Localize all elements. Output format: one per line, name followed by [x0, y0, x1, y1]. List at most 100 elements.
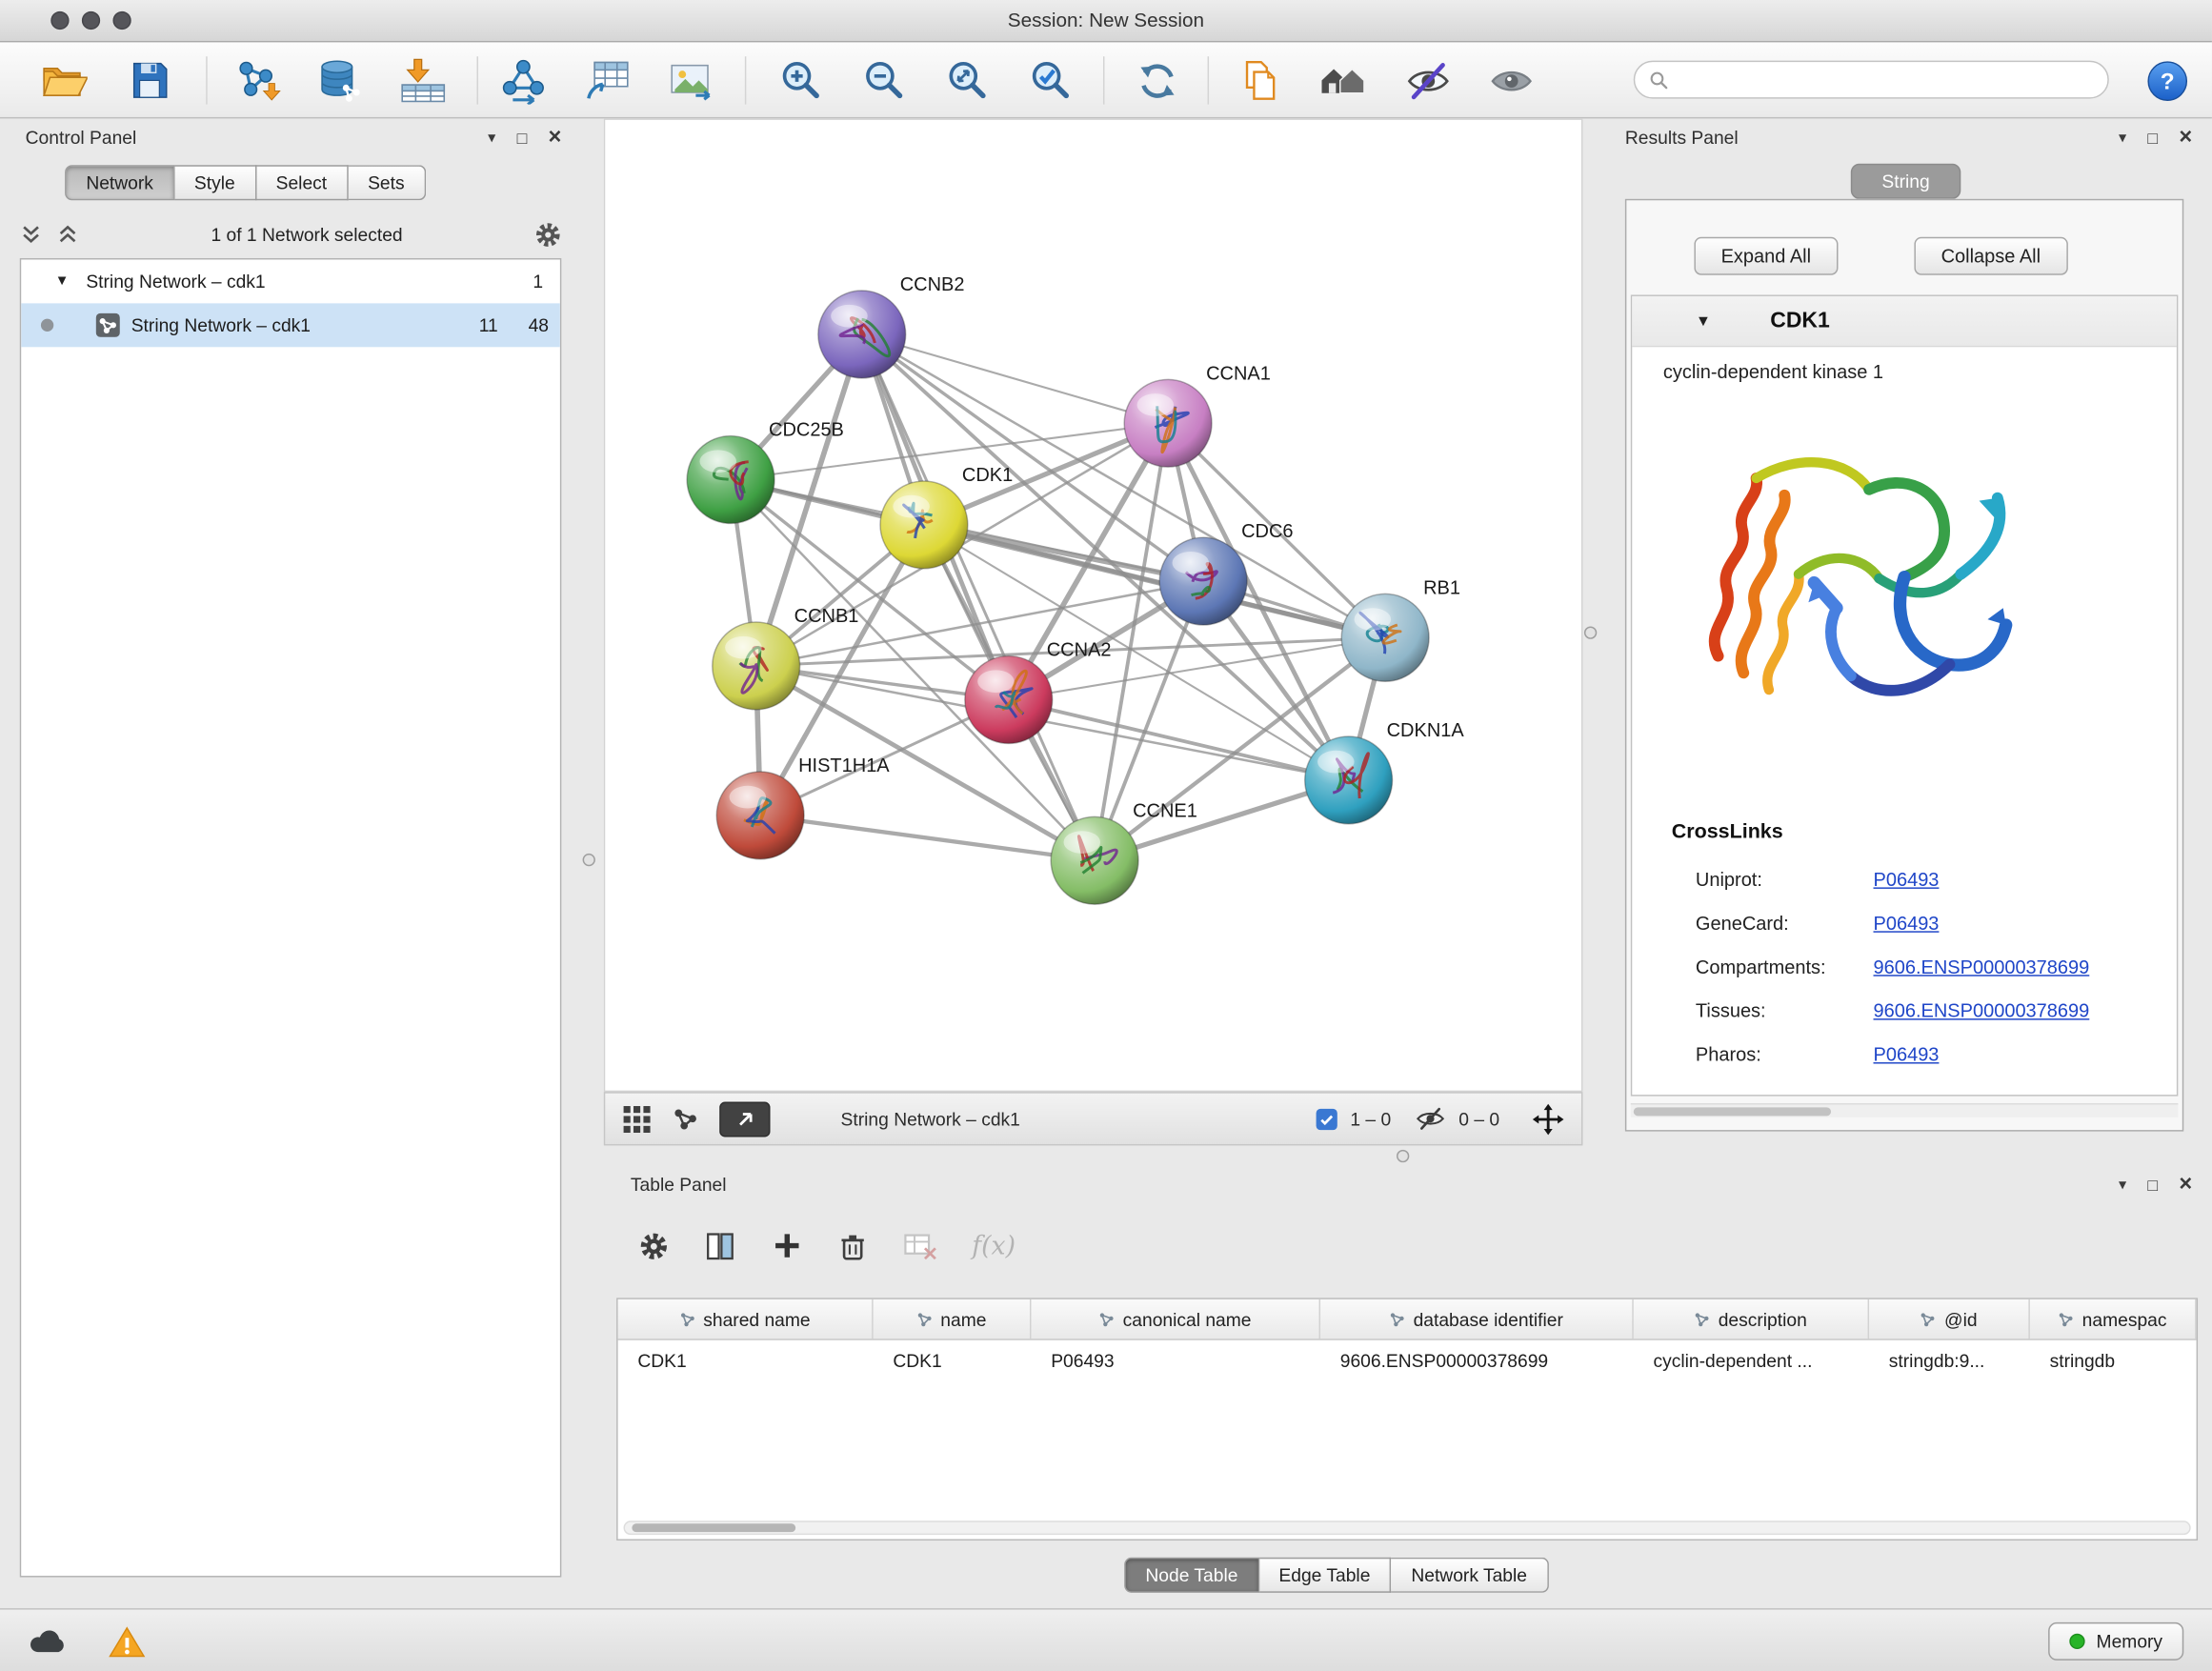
tab-sets[interactable]: Sets [348, 165, 425, 200]
network-graph[interactable]: CCNB2CCNA1CDC25BCDK1CDC6RB1CCNB1CCNA2CDK… [605, 120, 1581, 1091]
network-node-CCNB2[interactable]: CCNB2 [818, 274, 965, 378]
table-cell[interactable]: cyclin-dependent ... [1634, 1349, 1869, 1370]
column-header-namespac[interactable]: namespac [2030, 1299, 2197, 1339]
column-header-shared-name[interactable]: shared name [618, 1299, 874, 1339]
table-settings-gear-icon[interactable] [639, 1231, 669, 1260]
table-cell[interactable]: 9606.ENSP00000378699 [1320, 1349, 1634, 1370]
expand-all-button[interactable]: Expand All [1694, 237, 1838, 275]
grid-view-button[interactable] [622, 1104, 652, 1134]
birdseye-view-button[interactable] [719, 1101, 770, 1137]
pan-mode-button[interactable] [1532, 1102, 1564, 1135]
add-column-plus-icon[interactable] [772, 1230, 803, 1261]
memory-button[interactable]: Memory [2048, 1622, 2183, 1661]
panel-close-icon[interactable]: × [549, 127, 562, 150]
network-node-CCNA1[interactable]: CCNA1 [1124, 363, 1271, 467]
collapse-all-chevrons-icon[interactable] [56, 223, 79, 246]
tab-select[interactable]: Select [256, 165, 348, 200]
network-node-CCNB1[interactable]: CCNB1 [713, 606, 859, 710]
panel-float-icon[interactable]: □ [2147, 130, 2158, 147]
column-header--id[interactable]: @id [1869, 1299, 2030, 1339]
open-session-button[interactable] [32, 50, 94, 111]
network-overview-button[interactable] [672, 1104, 700, 1133]
panel-collapse-icon[interactable]: ▾ [2119, 1178, 2126, 1193]
zoom-fit-button[interactable] [935, 50, 997, 111]
panel-float-icon[interactable]: □ [2147, 1177, 2158, 1194]
import-network-database-button[interactable] [308, 50, 370, 111]
network-collection-row[interactable]: ▼ String Network – cdk1 1 [21, 259, 560, 303]
export-image-button[interactable] [659, 50, 721, 111]
column-header-database-identifier[interactable]: database identifier [1320, 1299, 1634, 1339]
section-expand-icon[interactable]: ▼ [1696, 312, 1711, 330]
network-node-CDK1[interactable]: CDK1 [880, 465, 1013, 569]
table-cell[interactable]: stringdb [2030, 1349, 2197, 1370]
column-header-name[interactable]: name [874, 1299, 1032, 1339]
search-box[interactable] [1634, 61, 2109, 99]
import-network-file-button[interactable] [226, 50, 288, 111]
show-all-button[interactable] [1479, 50, 1541, 111]
tab-node-table[interactable]: Node Table [1124, 1558, 1258, 1593]
results-panel-window-icons: ▾ □ × [2119, 127, 2192, 150]
scrollbar-thumb[interactable] [632, 1523, 795, 1532]
gene-section-header[interactable]: ▼ CDK1 [1632, 296, 2177, 347]
network-from-table-button[interactable] [575, 50, 637, 111]
hide-selected-button[interactable] [1397, 50, 1458, 111]
crosslink-genecard-link[interactable]: P06493 [1874, 913, 1940, 934]
column-header-canonical-name[interactable]: canonical name [1031, 1299, 1320, 1339]
delete-column-trash-icon[interactable] [838, 1231, 868, 1260]
collapse-all-button[interactable]: Collapse All [1914, 237, 2067, 275]
column-header-description[interactable]: description [1634, 1299, 1869, 1339]
selected-checkbox-icon[interactable] [1317, 1108, 1337, 1129]
network-edge-HIST1H1A-CCNE1[interactable] [760, 815, 1095, 860]
copy-button[interactable] [1229, 50, 1291, 111]
zoom-in-button[interactable] [769, 50, 831, 111]
new-network-from-selection-button[interactable] [493, 50, 554, 111]
splitter-handle[interactable] [1397, 1150, 1409, 1162]
tab-string[interactable]: String [1851, 164, 1961, 199]
zoom-out-button[interactable] [852, 50, 914, 111]
help-button[interactable]: ? [2145, 58, 2190, 103]
table-cell[interactable]: stringdb:9... [1869, 1349, 2030, 1370]
network-node-RB1[interactable]: RB1 [1341, 577, 1460, 681]
gear-icon[interactable] [534, 221, 561, 248]
splitter-handle[interactable] [1584, 626, 1597, 638]
panel-collapse-icon[interactable]: ▾ [488, 131, 495, 146]
results-horizontal-scrollbar[interactable] [1631, 1103, 2179, 1117]
panel-collapse-icon[interactable]: ▾ [2119, 131, 2126, 146]
tab-network[interactable]: Network [65, 165, 174, 200]
import-table-button[interactable] [392, 50, 454, 111]
network-edge-CCNB2-CCNE1[interactable] [862, 334, 1095, 860]
crosslink-tissues-link[interactable]: 9606.ENSP00000378699 [1874, 1000, 2090, 1021]
table-cell[interactable]: P06493 [1031, 1349, 1320, 1370]
panel-close-icon[interactable]: × [2179, 127, 2192, 150]
save-session-button[interactable] [118, 50, 180, 111]
hidden-eye-slash-icon[interactable] [1415, 1103, 1446, 1135]
crosslink-pharos-link[interactable]: P06493 [1874, 1044, 1940, 1065]
cloud-button[interactable] [23, 1621, 73, 1662]
network-node-CDKN1A[interactable]: CDKN1A [1305, 720, 1465, 824]
panel-float-icon[interactable]: □ [517, 130, 528, 147]
table-cell[interactable]: CDK1 [874, 1349, 1032, 1370]
network-view-canvas[interactable]: CCNB2CCNA1CDC25BCDK1CDC6RB1CCNB1CCNA2CDK… [604, 118, 1583, 1092]
crosslink-compartments-link[interactable]: 9606.ENSP00000378699 [1874, 956, 2090, 977]
warnings-button[interactable] [102, 1621, 152, 1662]
home-button[interactable] [1314, 50, 1376, 111]
table-horizontal-scrollbar[interactable] [624, 1520, 2191, 1535]
table-row[interactable]: CDK1CDK1P064939606.ENSP00000378699cyclin… [618, 1340, 2197, 1379]
panel-close-icon[interactable]: × [2179, 1174, 2192, 1197]
table-cell[interactable]: CDK1 [618, 1349, 874, 1370]
tab-network-table[interactable]: Network Table [1392, 1558, 1549, 1593]
network-row[interactable]: String Network – cdk1 11 48 [21, 303, 560, 347]
expand-all-chevrons-icon[interactable] [20, 223, 43, 246]
tree-expand-icon[interactable]: ▼ [55, 273, 72, 289]
select-columns-icon[interactable] [704, 1230, 736, 1262]
crosslink-label: Tissues: [1696, 1000, 1874, 1021]
scrollbar-thumb[interactable] [1634, 1107, 1831, 1116]
zoom-selected-button[interactable] [1018, 50, 1080, 111]
tab-style[interactable]: Style [174, 165, 256, 200]
network-node-HIST1H1A[interactable]: HIST1H1A [716, 755, 890, 859]
crosslink-uniprot-link[interactable]: P06493 [1874, 869, 1940, 890]
splitter-handle[interactable] [583, 854, 595, 866]
refresh-button[interactable] [1126, 50, 1188, 111]
search-input[interactable] [1678, 70, 2094, 91]
tab-edge-table[interactable]: Edge Table [1259, 1558, 1392, 1593]
